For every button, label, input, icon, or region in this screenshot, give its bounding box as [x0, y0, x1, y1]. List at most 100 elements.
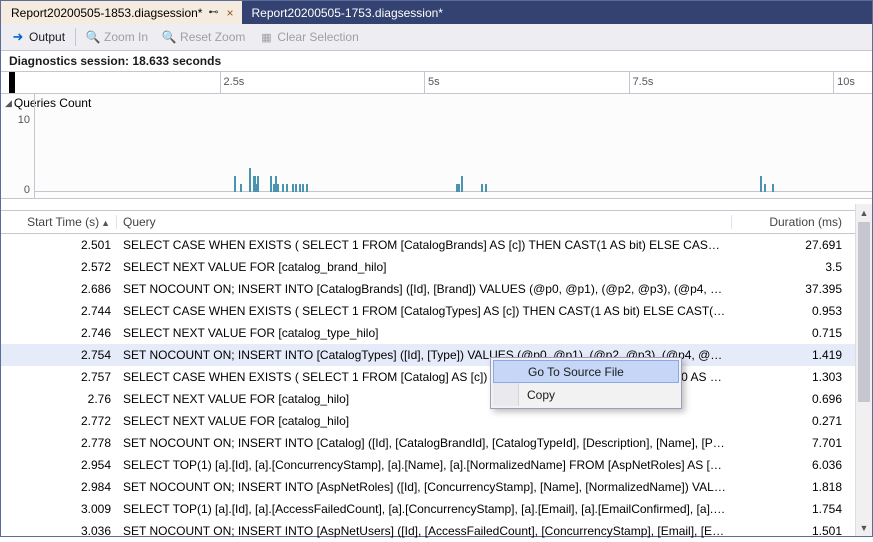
cell-query: SET NOCOUNT ON; INSERT INTO [CatalogBran… — [117, 282, 732, 296]
ruler-origin — [9, 72, 15, 93]
cell-duration: 1.501 — [732, 524, 872, 538]
close-icon[interactable]: × — [224, 6, 235, 20]
table-row[interactable]: 2.772SELECT NEXT VALUE FOR [catalog_hilo… — [1, 410, 872, 432]
col-query-header[interactable]: Query — [117, 215, 732, 229]
cell-query: SELECT NEXT VALUE FOR [catalog_hilo] — [117, 414, 732, 428]
table-row[interactable]: 3.009SELECT TOP(1) [a].[Id], [a].[Access… — [1, 498, 872, 520]
col-duration-header[interactable]: Duration (ms) — [732, 215, 872, 229]
cell-start: 3.009 — [1, 502, 117, 516]
chart-yaxis: 10 0 — [1, 94, 35, 198]
chart-bar — [306, 184, 308, 192]
chart-bar — [299, 184, 301, 192]
cell-query: SET NOCOUNT ON; INSERT INTO [Catalog] ([… — [117, 436, 732, 450]
tab-bar: Report20200505-1853.diagsession* ⊷ × Rep… — [1, 1, 872, 24]
chart-plot[interactable] — [35, 94, 872, 198]
reset-zoom-icon: 🔍 — [162, 30, 176, 44]
pin-icon[interactable]: ⊷ — [208, 7, 218, 18]
cell-start: 2.757 — [1, 370, 117, 384]
table-row[interactable]: 2.746SELECT NEXT VALUE FOR [catalog_type… — [1, 322, 872, 344]
tab-label: Report20200505-1753.diagsession* — [252, 6, 443, 20]
zoom-in-label: Zoom In — [104, 30, 148, 44]
clear-selection-button: ▦ Clear Selection — [255, 28, 362, 46]
scroll-up-icon[interactable]: ▲ — [856, 204, 872, 221]
cell-start: 2.744 — [1, 304, 117, 318]
scroll-thumb[interactable] — [858, 222, 870, 402]
chart-bar — [461, 176, 463, 192]
chart-bar — [302, 184, 304, 192]
cell-duration: 0.715 — [732, 326, 872, 340]
cell-start: 2.76 — [1, 392, 117, 406]
tab-inactive[interactable]: Report20200505-1753.diagsession* — [242, 1, 449, 24]
scroll-down-icon[interactable]: ▼ — [856, 519, 872, 536]
time-ruler[interactable]: 2.5s5s7.5s10s — [1, 72, 872, 94]
query-table: Start Time (s)▲ Query Duration (ms) 2.50… — [1, 209, 872, 542]
context-menu-item[interactable]: Go To Source File — [493, 360, 679, 383]
cell-query: SET NOCOUNT ON; INSERT INTO [AspNetRoles… — [117, 480, 732, 494]
chart-bar — [764, 184, 766, 192]
cell-query: SELECT CASE WHEN EXISTS ( SELECT 1 FROM … — [117, 304, 732, 318]
table-row[interactable]: 2.757SELECT CASE WHEN EXISTS ( SELECT 1 … — [1, 366, 872, 388]
zoom-in-button: 🔍 Zoom In — [82, 28, 152, 46]
cell-duration: 37.395 — [732, 282, 872, 296]
table-body: 2.501 SELECT CASE WHEN EXISTS ( SELECT 1 … — [1, 234, 872, 542]
chart-bar — [292, 184, 294, 192]
cell-duration: 0.271 — [732, 414, 872, 428]
chart-bar — [286, 184, 288, 192]
col-duration-label: Duration (ms) — [769, 215, 842, 229]
zoom-in-icon: 🔍 — [86, 30, 100, 44]
toolbar-separator — [75, 28, 76, 46]
col-start-header[interactable]: Start Time (s)▲ — [1, 215, 117, 229]
table-row[interactable]: 2.76SELECT NEXT VALUE FOR [catalog_hilo]… — [1, 388, 872, 410]
vertical-scrollbar[interactable]: ▲ ▼ — [855, 204, 872, 536]
context-menu: Go To Source FileCopy — [490, 357, 682, 409]
cell-query: SELECT NEXT VALUE FOR [catalog_brand_hil… — [117, 260, 732, 274]
sort-asc-icon: ▲ — [99, 218, 110, 228]
chart-bar — [249, 168, 251, 192]
table-row[interactable]: 3.036SET NOCOUNT ON; INSERT INTO [AspNet… — [1, 520, 872, 542]
tab-label: Report20200505-1853.diagsession* — [11, 6, 202, 20]
table-row[interactable]: 2.778SET NOCOUNT ON; INSERT INTO [Catalo… — [1, 432, 872, 454]
cell-duration: 1.419 — [732, 348, 872, 362]
cell-start: 2.754 — [1, 348, 117, 362]
table-row[interactable]: 2.686SET NOCOUNT ON; INSERT INTO [Catalo… — [1, 278, 872, 300]
chart-bar — [257, 176, 259, 192]
session-header: Diagnostics session: 18.633 seconds — [1, 51, 872, 72]
chart-bar — [772, 184, 774, 192]
table-row[interactable]: 2.501SELECT CASE WHEN EXISTS ( SELECT 1 … — [1, 234, 872, 256]
chart-bar — [485, 184, 487, 192]
cell-start: 2.984 — [1, 480, 117, 494]
cell-start: 2.572 — [1, 260, 117, 274]
context-menu-item[interactable]: Copy — [493, 383, 679, 406]
chart-bar — [295, 184, 297, 192]
cell-duration: 6.036 — [732, 458, 872, 472]
cell-duration: 27.691 — [732, 238, 872, 252]
cell-query: SELECT NEXT VALUE FOR [catalog_type_hilo… — [117, 326, 732, 340]
table-row[interactable]: 2.744SELECT CASE WHEN EXISTS ( SELECT 1 … — [1, 300, 872, 322]
cell-duration: 3.5 — [732, 260, 872, 274]
chart-bar — [240, 184, 242, 192]
chart-bar — [282, 184, 284, 192]
queries-chart[interactable]: ◢ Queries Count 10 0 — [1, 94, 872, 199]
table-row[interactable]: 2.984SET NOCOUNT ON; INSERT INTO [AspNet… — [1, 476, 872, 498]
chart-bar — [760, 176, 762, 192]
cell-duration: 0.696 — [732, 392, 872, 406]
chart-bar — [277, 184, 279, 192]
table-row[interactable]: 2.572SELECT NEXT VALUE FOR [catalog_bran… — [1, 256, 872, 278]
clear-selection-icon: ▦ — [259, 30, 273, 44]
output-button[interactable]: ➜ Output — [7, 28, 69, 46]
cell-duration: 7.701 — [732, 436, 872, 450]
cell-start: 2.686 — [1, 282, 117, 296]
cell-start: 2.501 — [1, 238, 117, 252]
tab-active[interactable]: Report20200505-1853.diagsession* ⊷ × — [1, 1, 242, 24]
cell-start: 2.772 — [1, 414, 117, 428]
cell-duration: 1.754 — [732, 502, 872, 516]
ytick-max: 10 — [18, 114, 30, 126]
cell-query: SELECT TOP(1) [a].[Id], [a].[AccessFaile… — [117, 502, 732, 516]
output-label: Output — [29, 30, 65, 44]
cell-start: 2.954 — [1, 458, 117, 472]
table-row[interactable]: 2.754SET NOCOUNT ON; INSERT INTO [Catalo… — [1, 344, 872, 366]
session-value: 18.633 seconds — [132, 54, 221, 68]
table-row[interactable]: 2.954SELECT TOP(1) [a].[Id], [a].[Concur… — [1, 454, 872, 476]
cell-query: SET NOCOUNT ON; INSERT INTO [AspNetUsers… — [117, 524, 732, 538]
chart-bar — [234, 176, 236, 192]
